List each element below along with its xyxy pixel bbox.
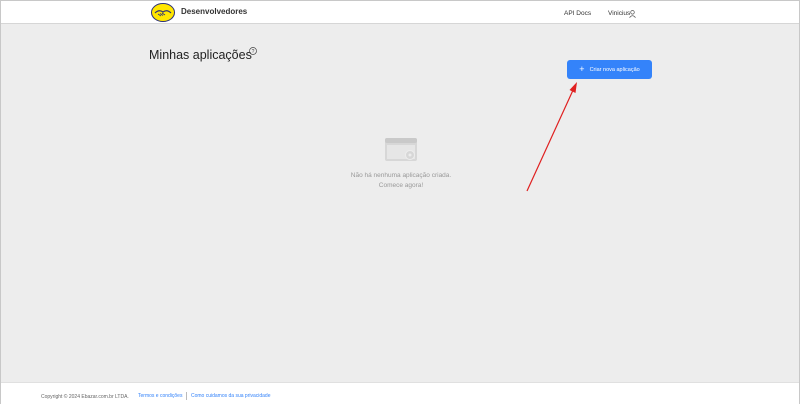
privacy-link[interactable]: Como cuidamos da sua privacidade [191, 393, 271, 399]
empty-state-cta: Comece agora! [378, 182, 424, 189]
user-icon[interactable] [629, 10, 636, 18]
page-title: Minhas aplicações [149, 48, 252, 62]
svg-text:?: ? [252, 49, 255, 55]
brand-title[interactable]: Desenvolvedores [181, 7, 247, 16]
api-docs-link[interactable]: API Docs [564, 10, 591, 17]
terms-link[interactable]: Termos e condições [138, 393, 182, 399]
create-application-button[interactable]: + Criar nova aplicação [567, 60, 652, 79]
plus-icon: + [579, 64, 585, 74]
help-icon[interactable]: ? [249, 47, 257, 55]
footer-divider [186, 392, 187, 400]
empty-app-card-icon [385, 138, 417, 161]
red-annotation-arrow [526, 82, 577, 192]
mercado-libre-handshake-icon[interactable] [151, 3, 175, 22]
copyright-text: Copyright © 2024 Ebazar.com.br LTDA. [41, 394, 129, 400]
user-menu-name[interactable]: Vinicius [608, 10, 630, 17]
empty-state-message: Não há nenhuma aplicação criada. [350, 172, 452, 179]
create-application-label: Criar nova aplicação [589, 66, 640, 73]
app-window: Desenvolvedores API Docs Vinicius Minhas… [0, 0, 800, 404]
footer: Copyright © 2024 Ebazar.com.br LTDA. Ter… [1, 382, 799, 404]
top-header: Desenvolvedores API Docs Vinicius [1, 1, 799, 24]
